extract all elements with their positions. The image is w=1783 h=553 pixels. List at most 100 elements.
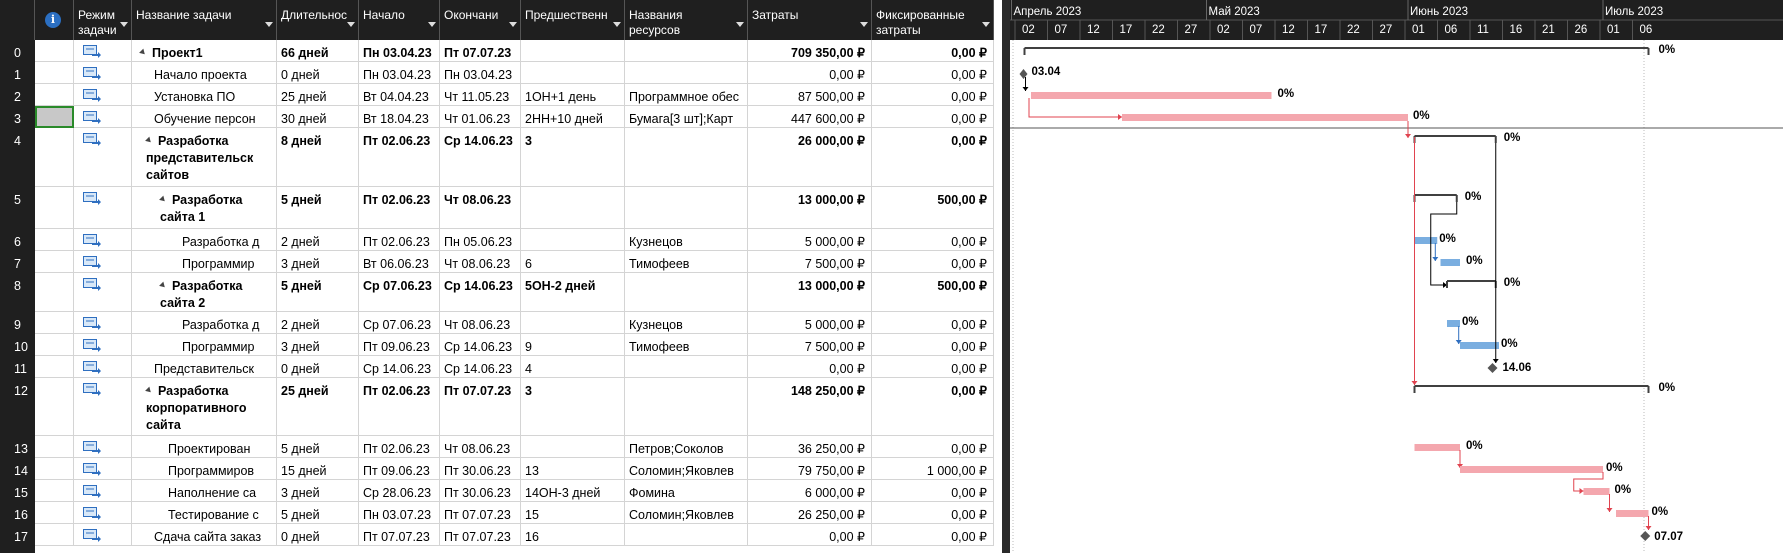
resources-cell[interactable]: Бумага[3 шт];Карт	[625, 106, 748, 128]
fixed-cost-cell[interactable]: 0,00 ₽	[872, 480, 994, 502]
task-name-cell[interactable]: Установка ПО	[132, 84, 277, 106]
dropdown-arrow-icon[interactable]	[736, 22, 744, 27]
cost-cell[interactable]: 0,00 ₽	[748, 62, 872, 84]
task-name-cell[interactable]: Программир	[132, 251, 277, 273]
start-cell[interactable]: Пн 03.04.23	[359, 40, 440, 62]
predecessors-cell[interactable]: 3	[521, 128, 625, 187]
task-name-cell[interactable]: Разработка сайта 2	[132, 273, 277, 312]
predecessors-cell[interactable]: 15	[521, 502, 625, 524]
task-name-cell[interactable]: Разработка сайта 1	[132, 187, 277, 229]
task-mode-cell[interactable]	[74, 502, 132, 524]
name-header[interactable]: Название задачи	[132, 0, 277, 40]
predecessors-cell[interactable]	[521, 312, 625, 334]
start-cell[interactable]: Пн 03.04.23	[359, 62, 440, 84]
fixed-cost-cell[interactable]: 0,00 ₽	[872, 128, 994, 187]
fixed-cost-cell[interactable]: 0,00 ₽	[872, 106, 994, 128]
resources-header[interactable]: Названия ресурсов	[625, 0, 748, 40]
start-cell[interactable]: Пт 02.06.23	[359, 187, 440, 229]
duration-cell[interactable]: 5 дней	[277, 273, 359, 312]
duration-cell[interactable]: 5 дней	[277, 436, 359, 458]
task-name-cell[interactable]: Разработка представительск сайтов	[132, 128, 277, 187]
finish-cell[interactable]: Ср 14.06.23	[440, 128, 521, 187]
finish-cell[interactable]: Чт 08.06.23	[440, 436, 521, 458]
finish-cell[interactable]: Чт 11.05.23	[440, 84, 521, 106]
indicator-cell[interactable]	[35, 312, 74, 334]
dropdown-arrow-icon[interactable]	[982, 22, 990, 27]
task-mode-cell[interactable]	[74, 458, 132, 480]
resources-cell[interactable]: Тимофеев	[625, 334, 748, 356]
predecessors-cell[interactable]: 2НН+10 дней	[521, 106, 625, 128]
predecessors-cell[interactable]: 13	[521, 458, 625, 480]
cost-cell[interactable]: 148 250,00 ₽	[748, 378, 872, 436]
start-cell[interactable]: Пт 07.07.23	[359, 524, 440, 546]
finish-cell[interactable]: Чт 08.06.23	[440, 187, 521, 229]
start-cell[interactable]: Вт 06.06.23	[359, 251, 440, 273]
finish-cell[interactable]: Ср 14.06.23	[440, 356, 521, 378]
indicator-cell[interactable]	[35, 273, 74, 312]
start-cell[interactable]: Ср 28.06.23	[359, 480, 440, 502]
resources-cell[interactable]	[625, 62, 748, 84]
indicator-cell[interactable]	[35, 480, 74, 502]
task-mode-cell[interactable]	[74, 334, 132, 356]
task-mode-cell[interactable]	[74, 356, 132, 378]
predecessors-cell[interactable]	[521, 40, 625, 62]
fixed-cost-cell[interactable]: 0,00 ₽	[872, 334, 994, 356]
finish-cell[interactable]: Чт 08.06.23	[440, 312, 521, 334]
fixed-cost-cell[interactable]: 1 000,00 ₽	[872, 458, 994, 480]
cost-cell[interactable]: 13 000,00 ₽	[748, 187, 872, 229]
duration-cell[interactable]: 15 дней	[277, 458, 359, 480]
collapse-triangle-icon[interactable]	[145, 386, 153, 395]
start-cell[interactable]: Ср 07.06.23	[359, 273, 440, 312]
duration-cell[interactable]: 2 дней	[277, 312, 359, 334]
task-name-cell[interactable]: Программир	[132, 334, 277, 356]
predecessors-header[interactable]: Предшественн	[521, 0, 625, 40]
duration-cell[interactable]: 3 дней	[277, 480, 359, 502]
duration-cell[interactable]: 30 дней	[277, 106, 359, 128]
finish-cell[interactable]: Пт 30.06.23	[440, 480, 521, 502]
finish-cell[interactable]: Пт 07.07.23	[440, 378, 521, 436]
cost-cell[interactable]: 7 500,00 ₽	[748, 334, 872, 356]
resources-cell[interactable]: Программное обес	[625, 84, 748, 106]
indicator-cell[interactable]	[35, 84, 74, 106]
duration-cell[interactable]: 5 дней	[277, 187, 359, 229]
task-mode-cell[interactable]	[74, 229, 132, 251]
fixed-cost-cell[interactable]: 0,00 ₽	[872, 62, 994, 84]
predecessors-cell[interactable]	[521, 229, 625, 251]
indicator-cell[interactable]	[35, 62, 74, 84]
predecessors-cell[interactable]: 6	[521, 251, 625, 273]
cost-cell[interactable]: 13 000,00 ₽	[748, 273, 872, 312]
collapse-triangle-icon[interactable]	[139, 48, 147, 57]
start-cell[interactable]: Пт 09.06.23	[359, 334, 440, 356]
duration-cell[interactable]: 8 дней	[277, 128, 359, 187]
task-mode-cell[interactable]	[74, 273, 132, 312]
task-name-cell[interactable]: Обучение персон	[132, 106, 277, 128]
start-cell[interactable]: Пт 02.06.23	[359, 436, 440, 458]
duration-cell[interactable]: 3 дней	[277, 251, 359, 273]
resources-cell[interactable]	[625, 187, 748, 229]
finish-header[interactable]: Окончани	[440, 0, 521, 40]
fixed-cost-cell[interactable]: 0,00 ₽	[872, 502, 994, 524]
cost-cell[interactable]: 5 000,00 ₽	[748, 229, 872, 251]
predecessors-cell[interactable]	[521, 436, 625, 458]
start-cell[interactable]: Вт 04.04.23	[359, 84, 440, 106]
dropdown-arrow-icon[interactable]	[860, 22, 868, 27]
duration-cell[interactable]: 66 дней	[277, 40, 359, 62]
fixed-cost-cell[interactable]: 0,00 ₽	[872, 229, 994, 251]
finish-cell[interactable]: Пт 07.07.23	[440, 502, 521, 524]
indicator-cell[interactable]	[35, 229, 74, 251]
resources-cell[interactable]: Соломин;Яковлев	[625, 502, 748, 524]
predecessors-cell[interactable]: 14ОН-3 дней	[521, 480, 625, 502]
resources-cell[interactable]	[625, 356, 748, 378]
collapse-triangle-icon[interactable]	[159, 281, 167, 290]
duration-cell[interactable]: 0 дней	[277, 356, 359, 378]
resources-cell[interactable]	[625, 378, 748, 436]
task-mode-cell[interactable]	[74, 480, 132, 502]
indicator-cell[interactable]	[35, 458, 74, 480]
task-mode-cell[interactable]	[74, 524, 132, 546]
task-mode-cell[interactable]	[74, 106, 132, 128]
duration-header[interactable]: Длительнос	[277, 0, 359, 40]
dropdown-arrow-icon[interactable]	[428, 22, 436, 27]
resources-cell[interactable]	[625, 273, 748, 312]
predecessors-cell[interactable]: 4	[521, 356, 625, 378]
task-name-cell[interactable]: Сдача сайта заказ	[132, 524, 277, 546]
